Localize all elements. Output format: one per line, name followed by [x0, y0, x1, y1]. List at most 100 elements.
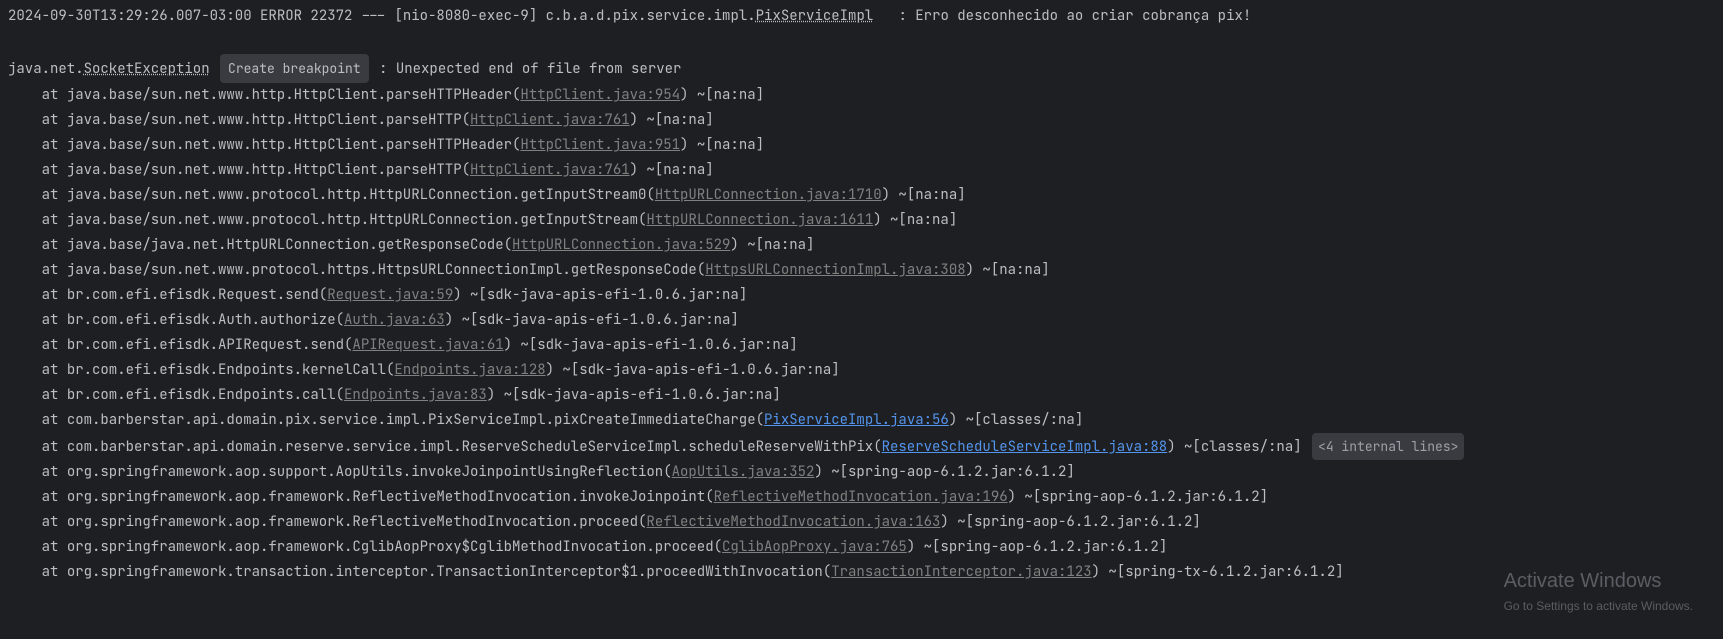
- source-link[interactable]: HttpURLConnection.java:529: [512, 236, 730, 254]
- stack-method: java.base/sun.net.www.http.HttpClient.pa…: [67, 86, 521, 104]
- stack-indent: at: [8, 463, 67, 481]
- watermark-subtitle: Go to Settings to activate Windows.: [1504, 594, 1693, 619]
- stack-indent: at: [8, 361, 67, 379]
- source-link[interactable]: AopUtils.java:352: [672, 463, 815, 481]
- stack-method: java.base/sun.net.www.http.HttpClient.pa…: [67, 136, 521, 154]
- stacktrace-line: at br.com.efi.efisdk.Endpoints.kernelCal…: [8, 358, 1715, 383]
- logger-prefix: c.b.a.d.pix.service.impl.: [546, 7, 756, 25]
- source-link[interactable]: Request.java:59: [327, 286, 453, 304]
- exception-class-link[interactable]: SocketException: [84, 60, 210, 78]
- stacktrace-line: at java.base/java.net.HttpURLConnection.…: [8, 233, 1715, 258]
- stack-method: java.base/sun.net.www.protocol.https.Htt…: [67, 261, 705, 279]
- stacktrace-line: at java.base/sun.net.www.http.HttpClient…: [8, 108, 1715, 133]
- stack-indent: at: [8, 186, 67, 204]
- source-link[interactable]: HttpClient.java:761: [470, 111, 630, 129]
- stack-method: br.com.efi.efisdk.Endpoints.kernelCall(: [67, 361, 395, 379]
- stack-indent: at: [8, 488, 67, 506]
- stacktrace-line: at com.barberstar.api.domain.pix.service…: [8, 408, 1715, 433]
- stacktrace-line: at org.springframework.aop.framework.Ref…: [8, 510, 1715, 535]
- stack-jar-info: ) ~[spring-aop-6.1.2.jar:6.1.2]: [1008, 488, 1268, 506]
- stacktrace-line: at java.base/sun.net.www.protocol.https.…: [8, 258, 1715, 283]
- stack-indent: at: [8, 86, 67, 104]
- source-link[interactable]: CglibAopProxy.java:765: [722, 538, 907, 556]
- stacktrace-line: at org.springframework.aop.framework.Ref…: [8, 485, 1715, 510]
- stack-jar-info: ) ~[spring-tx-6.1.2.jar:6.1.2]: [1092, 563, 1344, 581]
- stacktrace-line: at org.springframework.transaction.inter…: [8, 560, 1715, 585]
- stack-method: com.barberstar.api.domain.reserve.servic…: [67, 438, 882, 456]
- exception-message: : Unexpected end of file from server: [371, 60, 682, 78]
- stack-method: java.base/sun.net.www.protocol.http.Http…: [67, 211, 647, 229]
- source-link[interactable]: HttpClient.java:761: [470, 161, 630, 179]
- stacktrace-line: at com.barberstar.api.domain.reserve.ser…: [8, 433, 1715, 460]
- stack-jar-info: ) ~[na:na]: [966, 261, 1050, 279]
- source-link[interactable]: HttpsURLConnectionImpl.java:308: [705, 261, 965, 279]
- stack-jar-info: ) ~[sdk-java-apis-efi-1.0.6.jar:na]: [504, 336, 798, 354]
- stacktrace-line: at br.com.efi.efisdk.Endpoints.call(Endp…: [8, 383, 1715, 408]
- stack-jar-info: ) ~[sdk-java-apis-efi-1.0.6.jar:na]: [453, 286, 747, 304]
- source-link[interactable]: HttpClient.java:954: [520, 86, 680, 104]
- stacktrace-line: at java.base/sun.net.www.protocol.http.H…: [8, 208, 1715, 233]
- create-breakpoint-button[interactable]: Create breakpoint: [220, 54, 369, 83]
- collapsed-frames-badge[interactable]: <4 internal lines>: [1312, 433, 1464, 460]
- stack-indent: at: [8, 386, 67, 404]
- stack-indent: at: [8, 211, 67, 229]
- exception-prefix: java.net.: [8, 60, 84, 78]
- stacktrace-line: at org.springframework.aop.framework.Cgl…: [8, 535, 1715, 560]
- source-link[interactable]: ReserveScheduleServiceImpl.java:88: [882, 438, 1168, 456]
- source-link[interactable]: Auth.java:63: [344, 311, 445, 329]
- source-link[interactable]: Endpoints.java:83: [344, 386, 487, 404]
- stack-jar-info: ) ~[na:na]: [730, 236, 814, 254]
- log-sep: ---: [361, 7, 386, 25]
- stack-jar-info: ) ~[na:na]: [680, 86, 764, 104]
- stack-jar-info: ) ~[na:na]: [680, 136, 764, 154]
- source-link[interactable]: HttpClient.java:951: [520, 136, 680, 154]
- stack-method: java.base/sun.net.www.http.HttpClient.pa…: [67, 111, 470, 129]
- source-link[interactable]: ReflectiveMethodInvocation.java:163: [646, 513, 940, 531]
- stack-jar-info: ) ~[na:na]: [630, 111, 714, 129]
- source-link[interactable]: HttpURLConnection.java:1611: [646, 211, 873, 229]
- stack-indent: at: [8, 161, 67, 179]
- source-link[interactable]: PixServiceImpl.java:56: [764, 411, 949, 429]
- log-message: : Erro desconhecido ao criar cobrança pi…: [873, 7, 1251, 25]
- log-timestamp: 2024-09-30T13:29:26.007-03:00: [8, 7, 252, 25]
- source-link[interactable]: TransactionInterceptor.java:123: [831, 563, 1091, 581]
- stack-jar-info: ) ~[sdk-java-apis-efi-1.0.6.jar:na]: [487, 386, 781, 404]
- stacktrace-line: at java.base/sun.net.www.http.HttpClient…: [8, 83, 1715, 108]
- stack-indent: at: [8, 563, 67, 581]
- stack-indent: at: [8, 311, 67, 329]
- stack-method: org.springframework.aop.support.AopUtils…: [67, 463, 672, 481]
- stack-indent: at: [8, 111, 67, 129]
- log-level: ERROR: [260, 7, 302, 25]
- stack-method: br.com.efi.efisdk.Endpoints.call(: [67, 386, 344, 404]
- stack-jar-info: ) ~[na:na]: [630, 161, 714, 179]
- source-link[interactable]: ReflectiveMethodInvocation.java:196: [714, 488, 1008, 506]
- stack-indent: at: [8, 336, 67, 354]
- source-link[interactable]: APIRequest.java:61: [352, 336, 503, 354]
- stacktrace-line: at br.com.efi.efisdk.Request.send(Reques…: [8, 283, 1715, 308]
- stacktrace-line: at java.base/sun.net.www.protocol.http.H…: [8, 183, 1715, 208]
- stacktrace-line: at br.com.efi.efisdk.Auth.authorize(Auth…: [8, 308, 1715, 333]
- logger-class-link[interactable]: PixServiceImpl: [756, 7, 874, 25]
- stack-indent: at: [8, 438, 67, 456]
- stack-method: br.com.efi.efisdk.Auth.authorize(: [67, 311, 344, 329]
- stack-indent: at: [8, 538, 67, 556]
- stack-indent: at: [8, 286, 67, 304]
- source-link[interactable]: Endpoints.java:128: [394, 361, 545, 379]
- stack-method: org.springframework.aop.framework.Reflec…: [67, 513, 647, 531]
- stack-method: org.springframework.aop.framework.Reflec…: [67, 488, 714, 506]
- stack-method: org.springframework.transaction.intercep…: [67, 563, 831, 581]
- stack-method: br.com.efi.efisdk.Request.send(: [67, 286, 327, 304]
- stack-method: org.springframework.aop.framework.CglibA…: [67, 538, 722, 556]
- source-link[interactable]: HttpURLConnection.java:1710: [655, 186, 882, 204]
- stack-jar-info: ) ~[sdk-java-apis-efi-1.0.6.jar:na]: [445, 311, 739, 329]
- stack-method: com.barberstar.api.domain.pix.service.im…: [67, 411, 764, 429]
- stacktrace-line: at br.com.efi.efisdk.APIRequest.send(API…: [8, 333, 1715, 358]
- stack-jar-info: ) ~[na:na]: [873, 211, 957, 229]
- stacktrace-container: at java.base/sun.net.www.http.HttpClient…: [8, 83, 1715, 585]
- log-pid: 22372: [310, 7, 352, 25]
- stack-method: java.base/sun.net.www.http.HttpClient.pa…: [67, 161, 470, 179]
- stack-indent: at: [8, 261, 67, 279]
- stacktrace-line: at org.springframework.aop.support.AopUt…: [8, 460, 1715, 485]
- stack-method: java.base/sun.net.www.protocol.http.Http…: [67, 186, 655, 204]
- stack-jar-info: ) ~[na:na]: [882, 186, 966, 204]
